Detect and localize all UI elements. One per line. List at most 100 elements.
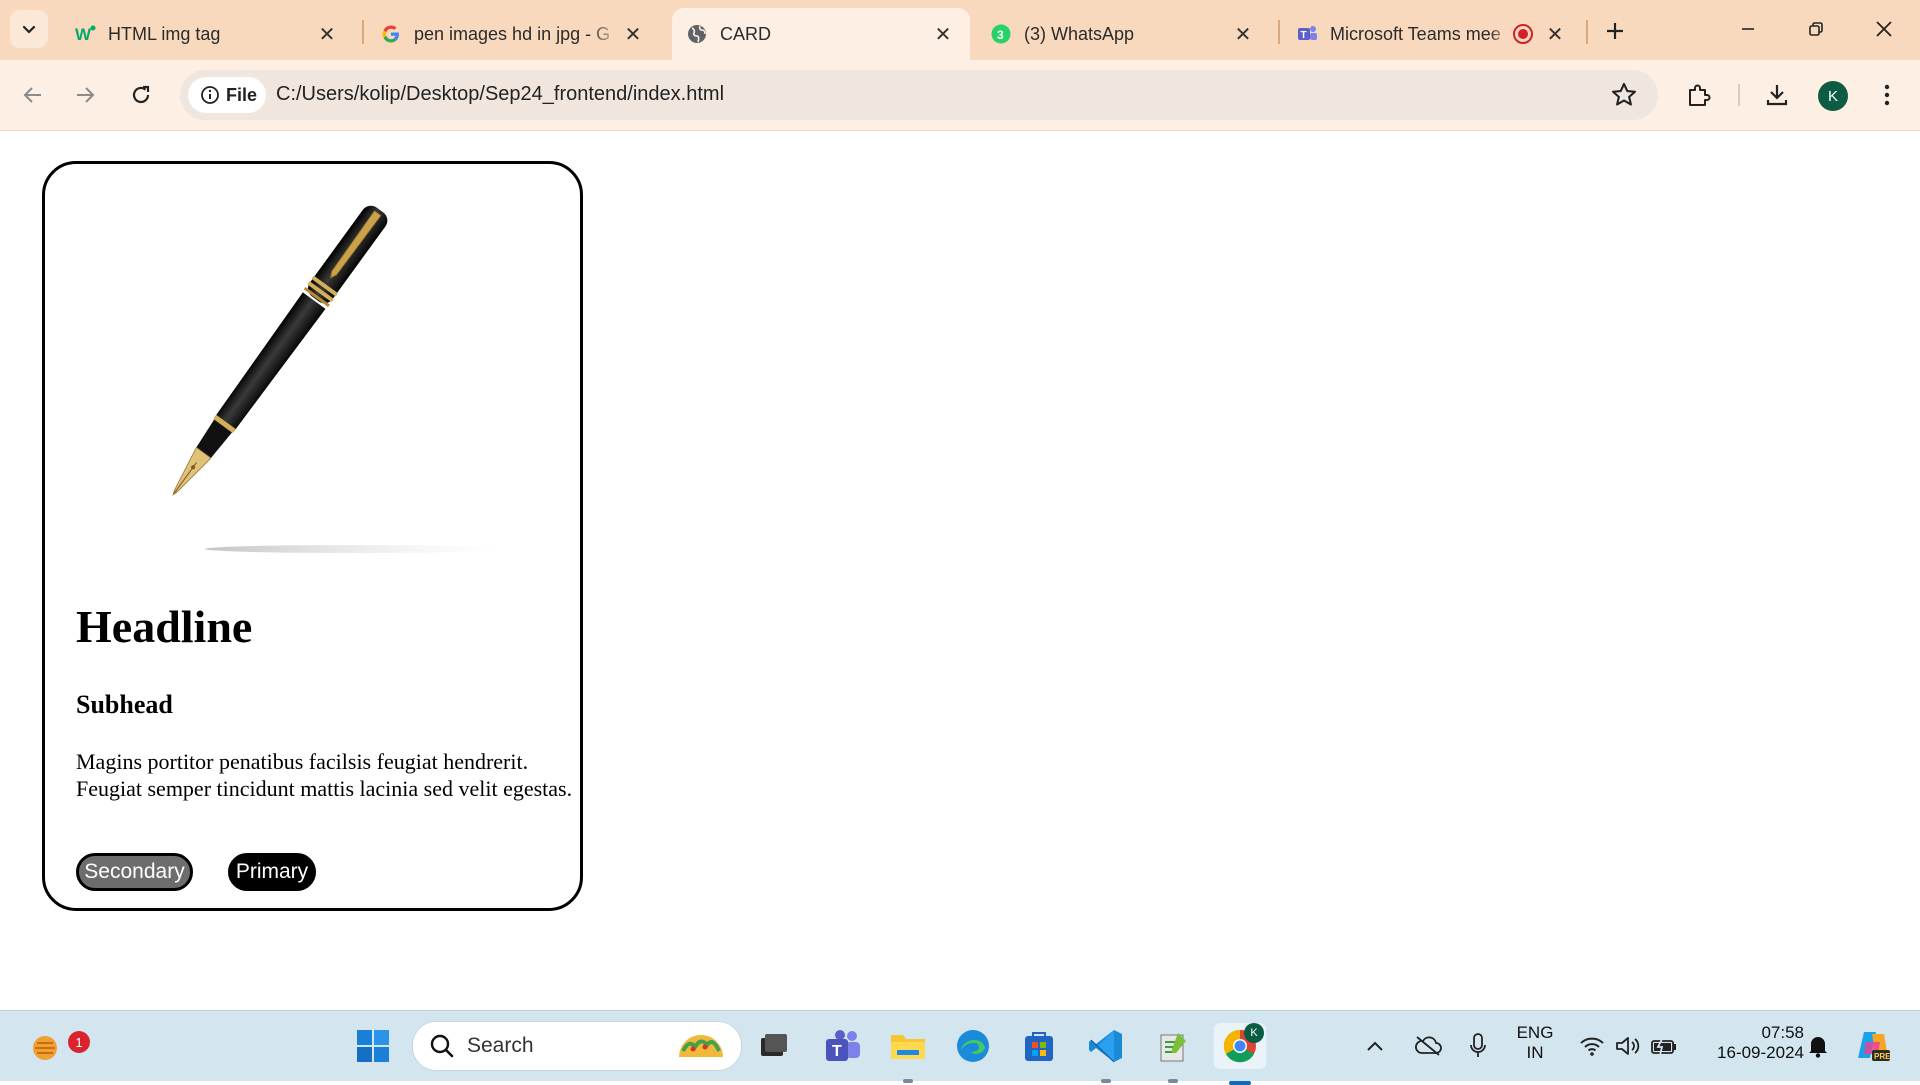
show-hidden-icons-button[interactable]: [1360, 1023, 1390, 1069]
tab-divider: [362, 20, 364, 44]
notifications-button[interactable]: [1798, 1023, 1838, 1069]
download-icon: [1766, 85, 1788, 106]
tab-microsoft-teams[interactable]: T Microsoft Teams mee ✕: [1282, 8, 1582, 60]
microphone-icon: [1470, 1033, 1486, 1057]
chrome-profile-badge: K: [1244, 1023, 1264, 1043]
edge-icon: [957, 1030, 989, 1062]
tab-search-button[interactable]: [10, 10, 48, 48]
search-label: Search: [467, 1034, 534, 1057]
start-button[interactable]: [350, 1023, 396, 1069]
arrow-left-icon: [23, 87, 41, 103]
clock[interactable]: 07:58 16-09-2024: [1694, 1023, 1804, 1063]
teams-icon: T: [826, 1030, 860, 1061]
tab-strip: W HTML img tag ✕ pen images hd in jpg - …: [0, 0, 1920, 60]
globe-icon: [686, 23, 708, 45]
clock-time: 07:58: [1761, 1023, 1804, 1042]
restore-button[interactable]: [1786, 6, 1846, 52]
active-indicator: [1229, 1081, 1251, 1085]
google-icon: [380, 23, 402, 45]
url-text[interactable]: C:/Users/kolip/Desktop/Sep24_frontend/in…: [276, 83, 724, 106]
w3schools-icon: W: [74, 23, 96, 45]
vscode-button[interactable]: [1083, 1023, 1129, 1083]
primary-button[interactable]: Primary: [228, 853, 316, 891]
card-headline: Headline: [76, 601, 253, 652]
copilot-button[interactable]: PRE: [1848, 1023, 1898, 1069]
plus-icon: [1607, 23, 1623, 39]
weather-widget-icon: [33, 1036, 57, 1060]
tab-pen-images[interactable]: pen images hd in jpg - G ✕: [366, 8, 660, 60]
bell-icon: [1809, 1037, 1827, 1058]
wifi-icon: [1580, 1037, 1604, 1056]
search-icon: [430, 1034, 454, 1058]
downloads-button[interactable]: [1760, 78, 1794, 112]
secondary-button[interactable]: Secondary: [76, 853, 193, 891]
address-bar[interactable]: File C:/Users/kolip/Desktop/Sep24_fronte…: [180, 70, 1658, 120]
svg-text:3: 3: [997, 28, 1004, 42]
close-icon[interactable]: ✕: [620, 21, 646, 47]
forward-button[interactable]: [66, 76, 104, 114]
windows-icon: [357, 1030, 389, 1062]
tab-html-img-tag[interactable]: W HTML img tag ✕: [60, 8, 354, 60]
taco-icon: [679, 1035, 723, 1057]
arrow-right-icon: [77, 87, 95, 103]
tab-card[interactable]: CARD ✕: [672, 8, 970, 60]
vscode-icon: [1089, 1030, 1122, 1063]
tab-title: pen images hd in jpg - G: [414, 23, 611, 44]
back-button[interactable]: [14, 76, 52, 114]
puzzle-icon: [1689, 84, 1711, 106]
chevron-down-icon: [22, 25, 36, 34]
more-vertical-icon: [1884, 84, 1890, 106]
notepad-icon: [1160, 1033, 1186, 1062]
minimize-icon: [1742, 28, 1754, 30]
store-button[interactable]: [1016, 1023, 1062, 1069]
onedrive-button[interactable]: [1406, 1023, 1450, 1069]
menu-button[interactable]: [1870, 78, 1904, 112]
svg-text:PRE: PRE: [1874, 1052, 1891, 1061]
card: Headline Subhead Magins portitor penatib…: [42, 161, 583, 911]
close-icon[interactable]: ✕: [1230, 21, 1256, 47]
star-icon[interactable]: [1610, 81, 1638, 109]
whatsapp-icon: 3: [990, 23, 1012, 45]
chevron-up-icon: [1367, 1041, 1383, 1051]
language-code: ENG: [1516, 1023, 1554, 1042]
widgets-button[interactable]: 1: [22, 1023, 90, 1069]
fountain-pen-image: [172, 205, 505, 553]
info-icon: [201, 86, 219, 104]
tab-divider: [1278, 20, 1280, 44]
svg-text:W: W: [75, 25, 92, 44]
tab-divider: [1586, 20, 1588, 44]
site-info-chip[interactable]: File: [188, 77, 266, 113]
file-explorer-button[interactable]: [885, 1023, 931, 1083]
tab-whatsapp[interactable]: 3 (3) WhatsApp ✕: [976, 8, 1270, 60]
extensions-button[interactable]: [1682, 78, 1716, 112]
minimize-button[interactable]: [1718, 6, 1778, 52]
language-indicator[interactable]: ENG IN: [1508, 1023, 1562, 1063]
taskbar-search[interactable]: Search: [412, 1021, 742, 1071]
close-window-button[interactable]: [1854, 6, 1914, 52]
close-icon[interactable]: ✕: [314, 21, 340, 47]
toolbar-divider: [1738, 84, 1740, 106]
edge-button[interactable]: [950, 1023, 996, 1069]
teams-taskbar-button[interactable]: T: [820, 1023, 866, 1069]
new-tab-button[interactable]: [1598, 14, 1632, 48]
cloud-offline-icon: [1415, 1036, 1442, 1056]
battery-button[interactable]: [1642, 1023, 1686, 1069]
reload-button[interactable]: [122, 76, 160, 114]
browser-toolbar: File C:/Users/kolip/Desktop/Sep24_fronte…: [0, 60, 1920, 131]
card-body-text: Magins portitor penatibus facilsis feugi…: [76, 749, 573, 801]
clock-date: 16-09-2024: [1717, 1043, 1804, 1062]
close-icon[interactable]: ✕: [1542, 21, 1568, 47]
card-subhead: Subhead: [76, 690, 173, 719]
chrome-button[interactable]: K: [1214, 1023, 1266, 1085]
teams-icon: T: [1296, 23, 1318, 45]
store-icon: [1025, 1032, 1053, 1061]
tab-title: CARD: [720, 23, 772, 44]
notepad-button[interactable]: [1150, 1023, 1196, 1083]
profile-avatar[interactable]: K: [1818, 81, 1848, 111]
tab-title: Microsoft Teams mee: [1330, 23, 1501, 44]
close-icon[interactable]: ✕: [930, 21, 956, 47]
microphone-button[interactable]: [1456, 1023, 1500, 1069]
battery-charging-icon: [1651, 1036, 1676, 1056]
reload-icon: [132, 85, 150, 104]
task-view-button[interactable]: [750, 1023, 796, 1069]
